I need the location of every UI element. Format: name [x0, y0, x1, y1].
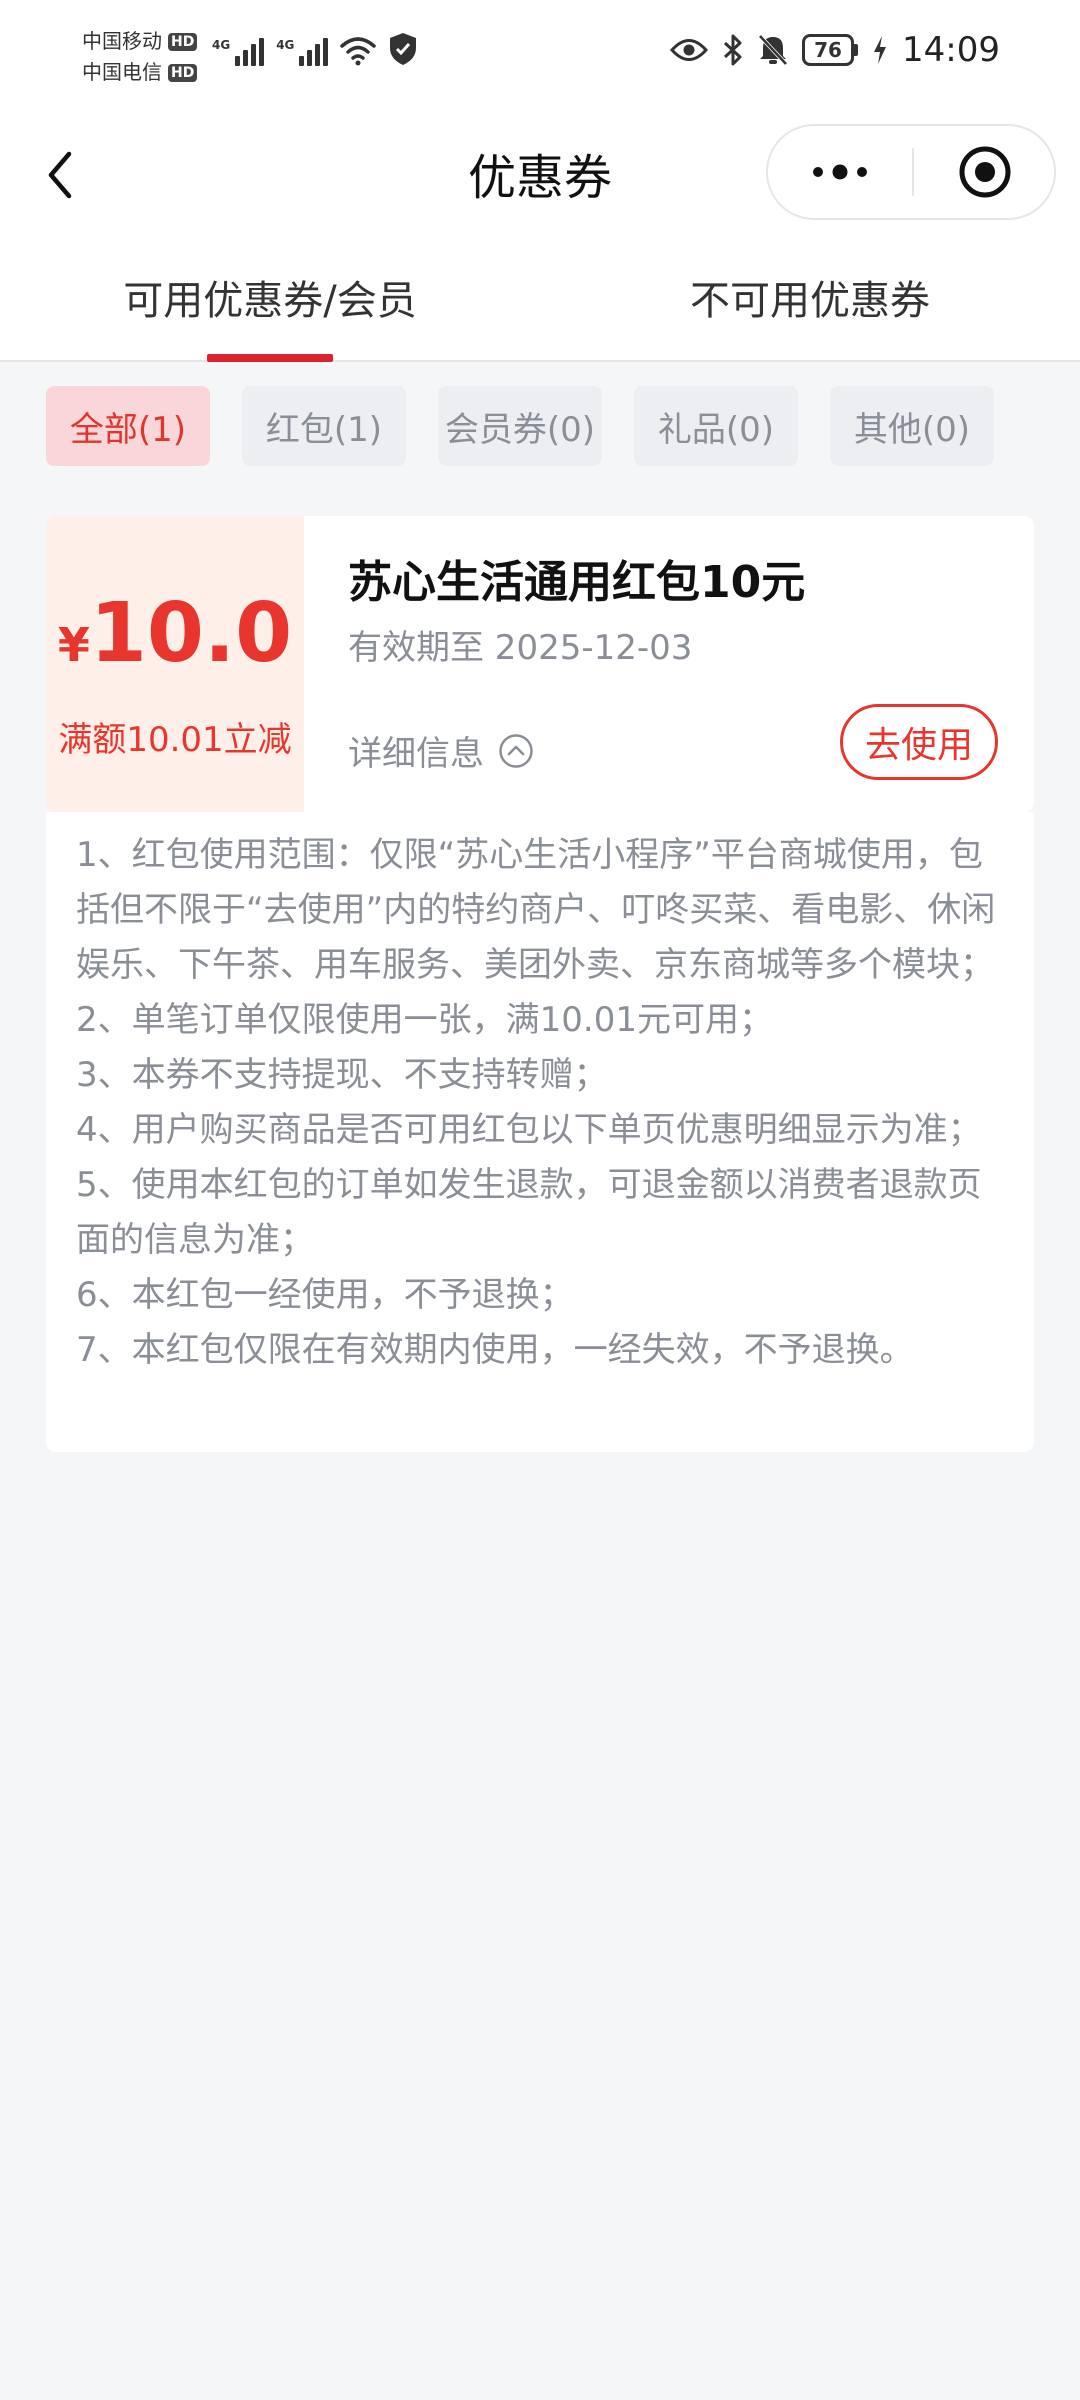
tab-unavailable[interactable]: 不可用优惠券	[540, 268, 1080, 326]
rule-item: 3、本券不支持提现、不支持转赠；	[76, 1055, 608, 1095]
wifi-icon	[340, 37, 377, 66]
coupon-amount: ¥10.0	[46, 586, 304, 681]
mini-program-capsule	[766, 124, 1056, 220]
coupon-rules: 1、红包使用范围：仅限“苏心生活小程序”平台商城使用，包括但不限于“去使用”内的…	[46, 812, 1034, 1452]
hd-icon: HD	[168, 63, 198, 82]
battery-indicator: 76	[802, 34, 859, 66]
rule-item: 7、本红包仅限在有效期内使用，一经失效，不予退换。	[76, 1330, 914, 1370]
more-button[interactable]	[768, 126, 912, 218]
coupon-card: ¥10.0 满额10.01立减 苏心生活通用红包10元 有效期至 2025-12…	[46, 516, 1034, 812]
filter-gift[interactable]: 礼品(0)	[634, 386, 798, 466]
filter-other[interactable]: 其他(0)	[830, 386, 994, 466]
signal-icon: 4G	[212, 38, 265, 66]
status-right: 76 14:09	[670, 30, 1000, 70]
coupon-tabs: 可用优惠券/会员 不可用优惠券	[0, 240, 1080, 362]
chevron-up-icon	[499, 733, 533, 768]
rule-item: 4、用户购买商品是否可用红包以下单页优惠明细显示为准；	[76, 1110, 982, 1150]
filter-red-packet[interactable]: 红包(1)	[242, 386, 406, 466]
use-coupon-button[interactable]: 去使用	[840, 704, 998, 780]
eye-icon	[670, 39, 709, 61]
amount-value: 10.0	[89, 586, 293, 681]
nav-bar: 优惠券	[0, 110, 1080, 240]
status-bar: 中国移动 HD 中国电信 HD 4G 4G 76 14:09	[0, 0, 1080, 110]
coupon-title: 苏心生活通用红包10元	[348, 557, 806, 608]
coupon-condition: 满额10.01立减	[58, 720, 292, 760]
signal-icon: 4G	[276, 38, 329, 66]
mute-bell-icon	[758, 34, 788, 66]
bluetooth-icon	[723, 34, 742, 66]
close-miniprogram-button[interactable]	[914, 126, 1056, 218]
signal-group: 4G 4G	[212, 32, 418, 66]
coupon-validity: 有效期至 2025-12-03	[348, 628, 693, 668]
detail-label: 详细信息	[348, 734, 484, 774]
filter-member[interactable]: 会员券(0)	[438, 386, 602, 466]
charging-icon	[874, 36, 887, 64]
rule-item: 1、红包使用范围：仅限“苏心生活小程序”平台商城使用，包括但不限于“去使用”内的…	[76, 835, 996, 985]
currency-symbol: ¥	[57, 618, 90, 672]
hd-icon: HD	[168, 32, 198, 51]
clock: 14:09	[902, 30, 1000, 70]
detail-toggle[interactable]: 详细信息	[348, 726, 534, 775]
carrier-2: 中国电信	[82, 60, 162, 84]
target-close-icon	[959, 146, 1011, 198]
carrier-info: 中国移动 HD 中国电信 HD	[82, 26, 198, 88]
more-dots-icon	[813, 164, 867, 180]
tab-available[interactable]: 可用优惠券/会员	[0, 268, 540, 326]
rule-item: 6、本红包一经使用，不予退换；	[76, 1275, 574, 1315]
shield-icon	[390, 33, 417, 65]
rule-item: 5、使用本红包的订单如发生退款，可退金额以消费者退款页面的信息为准；	[76, 1165, 982, 1260]
battery-level: 76	[802, 34, 855, 66]
active-tab-indicator	[207, 354, 333, 362]
coupon-amount-panel: ¥10.0 满额10.01立减	[46, 516, 304, 812]
rule-item: 2、单笔订单仅限使用一张，满10.01元可用；	[76, 1000, 773, 1040]
filter-chips: 全部(1) 红包(1) 会员券(0) 礼品(0) 其他(0)	[46, 386, 994, 466]
filter-all[interactable]: 全部(1)	[46, 386, 210, 466]
coupon-page: 中国移动 HD 中国电信 HD 4G 4G 76 14:09 优惠券 可用优惠券…	[0, 0, 1080, 2400]
carrier-1: 中国移动	[82, 29, 162, 53]
